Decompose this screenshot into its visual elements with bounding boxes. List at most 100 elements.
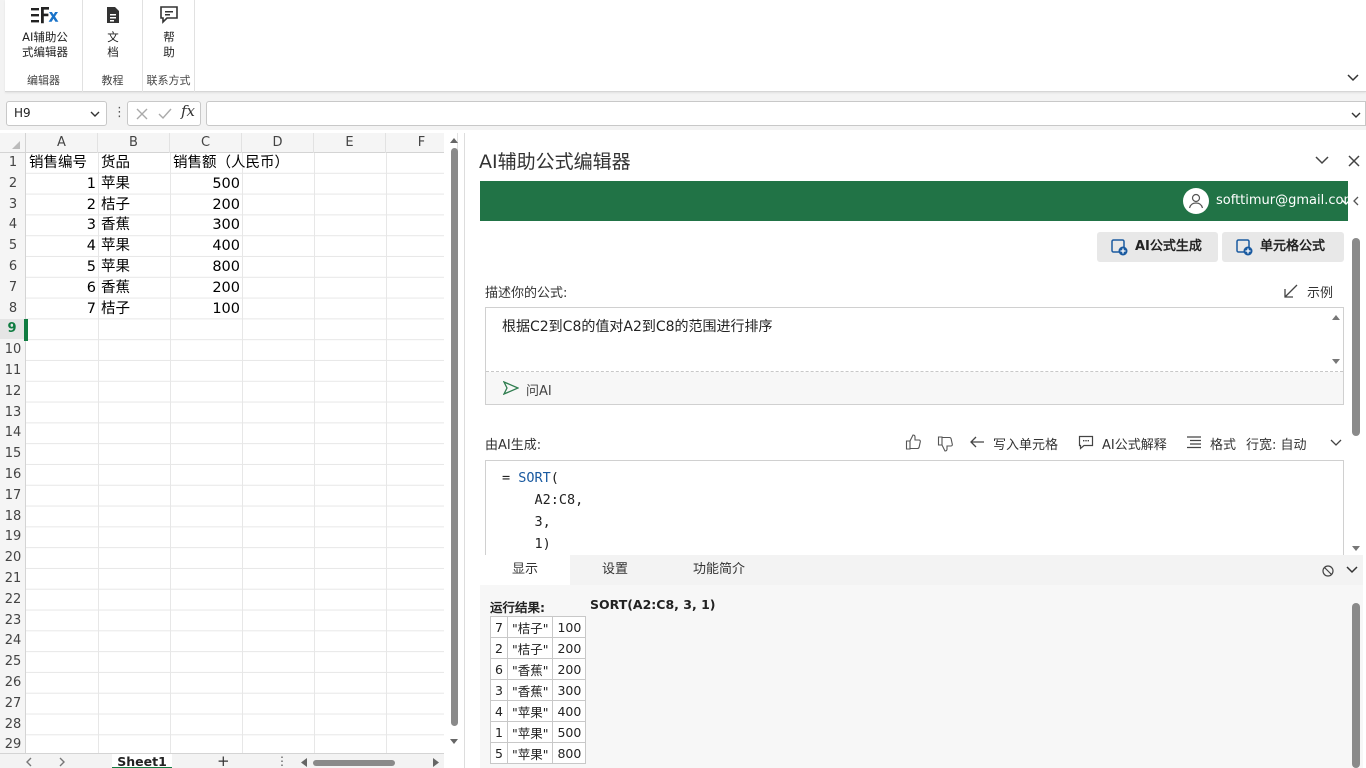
- row-header[interactable]: 25: [0, 652, 26, 672]
- scroll-up-icon[interactable]: [449, 136, 459, 144]
- row-header[interactable]: 16: [0, 465, 26, 485]
- tabs-chevron-down-icon[interactable]: [1346, 566, 1358, 574]
- cell-product[interactable]: 香蕉: [101, 215, 130, 236]
- tab-features[interactable]: 功能简介: [665, 555, 773, 585]
- row-header[interactable]: 24: [0, 631, 26, 651]
- row-header[interactable]: 21: [0, 569, 26, 589]
- tab-settings[interactable]: 设置: [580, 555, 650, 585]
- row-header[interactable]: 3: [0, 195, 26, 215]
- document-button[interactable]: 文 档: [93, 4, 133, 60]
- cell-header-b1[interactable]: 货品: [101, 153, 130, 174]
- row-header[interactable]: 6: [0, 257, 26, 277]
- cell-amount[interactable]: 300: [170, 215, 240, 236]
- row-header[interactable]: 10: [0, 340, 26, 360]
- column-header[interactable]: E: [314, 133, 386, 153]
- thumbs-up-icon[interactable]: [905, 434, 922, 450]
- insert-function-icon[interactable]: fx: [181, 102, 195, 120]
- cell-id[interactable]: 7: [26, 299, 96, 320]
- column-header[interactable]: C: [170, 133, 242, 153]
- row-header[interactable]: 27: [0, 694, 26, 714]
- generated-formula-editor[interactable]: = SORT( A2:C8, 3, 1): [485, 460, 1344, 556]
- prompt-scroll-up-icon[interactable]: [1332, 314, 1340, 320]
- row-header[interactable]: 26: [0, 673, 26, 693]
- cell-id[interactable]: 5: [26, 257, 96, 278]
- horizontal-scroll-thumb[interactable]: [313, 760, 395, 766]
- cell-header-a1[interactable]: 销售编号: [29, 153, 87, 174]
- row-header[interactable]: 9: [0, 319, 26, 340]
- cell-product[interactable]: 苹果: [101, 236, 130, 257]
- cell-amount[interactable]: 800: [170, 257, 240, 278]
- add-sheet-button[interactable]: +: [217, 752, 230, 768]
- cell-product[interactable]: 苹果: [101, 174, 130, 195]
- help-button[interactable]: 帮 助: [151, 4, 187, 60]
- tab-display[interactable]: 显示: [480, 555, 570, 585]
- scroll-left-icon[interactable]: [300, 758, 308, 767]
- sheet-tab-sheet1[interactable]: Sheet1: [112, 754, 172, 768]
- row-header[interactable]: 28: [0, 715, 26, 735]
- ai-formula-generate-button[interactable]: AI公式生成: [1097, 232, 1218, 262]
- row-header[interactable]: 5: [0, 236, 26, 256]
- prompt-input[interactable]: 根据C2到C8的值对A2到C8的范围进行排序 问AI: [485, 307, 1344, 405]
- ai-formula-editor-button[interactable]: AI辅助公 式编辑器: [15, 4, 75, 60]
- block-icon[interactable]: [1322, 565, 1334, 577]
- cell-header-c1[interactable]: 销售额（人民币）: [173, 153, 289, 174]
- result-scrollbar[interactable]: [1352, 603, 1360, 768]
- next-sheet-icon[interactable]: [57, 757, 67, 767]
- close-pane-icon[interactable]: [1348, 155, 1360, 167]
- row-header[interactable]: 18: [0, 507, 26, 527]
- scroll-right-icon[interactable]: [432, 758, 440, 767]
- cell-id[interactable]: 2: [26, 195, 96, 216]
- row-header[interactable]: 14: [0, 423, 26, 443]
- row-header[interactable]: 13: [0, 403, 26, 423]
- cell-amount[interactable]: 100: [170, 299, 240, 320]
- cell-amount[interactable]: 200: [170, 195, 240, 216]
- ask-ai-button[interactable]: 问AI: [486, 372, 1343, 404]
- row-header[interactable]: 7: [0, 278, 26, 298]
- row-header[interactable]: 15: [0, 444, 26, 464]
- row-header[interactable]: 17: [0, 486, 26, 506]
- row-header[interactable]: 23: [0, 611, 26, 631]
- column-header[interactable]: A: [26, 133, 98, 153]
- cell-amount[interactable]: 200: [170, 278, 240, 299]
- user-email[interactable]: softtimur@gmail.com: [1216, 193, 1356, 208]
- cell-product[interactable]: 苹果: [101, 257, 130, 278]
- pane-scrollbar-top[interactable]: [1352, 238, 1360, 436]
- row-header[interactable]: 20: [0, 548, 26, 568]
- avatar[interactable]: [1183, 188, 1209, 214]
- pane-options-chevron-icon[interactable]: [1315, 155, 1329, 165]
- cell-area[interactable]: 销售编号 货品 销售额（人民币） 1 苹果 500 2 桔子 200 3 香蕉 300 4 苹果 40…: [24, 153, 444, 753]
- row-header[interactable]: 1: [0, 153, 26, 173]
- cell-id[interactable]: 1: [26, 174, 96, 195]
- row-header[interactable]: 11: [0, 361, 26, 381]
- code-scroll-down-icon[interactable]: [1352, 546, 1360, 552]
- name-box[interactable]: H9: [6, 101, 107, 126]
- cell-product[interactable]: 香蕉: [101, 278, 130, 299]
- cancel-icon[interactable]: [135, 107, 149, 121]
- column-header[interactable]: D: [242, 133, 314, 153]
- cell-amount[interactable]: 500: [170, 174, 240, 195]
- expand-formula-bar-icon[interactable]: [1351, 111, 1361, 119]
- thumbs-down-icon[interactable]: [937, 436, 954, 452]
- cell-id[interactable]: 6: [26, 278, 96, 299]
- side-collapse-tab[interactable]: [1348, 181, 1363, 221]
- vertical-scroll-thumb[interactable]: [451, 148, 458, 726]
- row-header[interactable]: 12: [0, 382, 26, 402]
- column-header[interactable]: B: [98, 133, 170, 153]
- scroll-down-icon[interactable]: [449, 738, 459, 746]
- cell-product[interactable]: 桔子: [101, 195, 130, 216]
- cell-id[interactable]: 3: [26, 215, 96, 236]
- prev-sheet-icon[interactable]: [24, 757, 34, 767]
- row-header[interactable]: 19: [0, 527, 26, 547]
- cell-id[interactable]: 4: [26, 236, 96, 257]
- confirm-icon[interactable]: [158, 107, 172, 121]
- ribbon-collapse-chevron-icon[interactable]: [1346, 70, 1360, 84]
- cell-formula-button[interactable]: 单元格公式: [1222, 232, 1344, 262]
- cell-product[interactable]: 桔子: [101, 299, 130, 320]
- select-all-corner[interactable]: [0, 133, 26, 153]
- row-header[interactable]: 2: [0, 174, 26, 194]
- line-width-select[interactable]: 行宽: 自动: [1246, 434, 1342, 453]
- prompt-scroll-down-icon[interactable]: [1332, 359, 1340, 365]
- row-header[interactable]: 8: [0, 299, 26, 319]
- cell-amount[interactable]: 400: [170, 236, 240, 257]
- row-header[interactable]: 4: [0, 215, 26, 235]
